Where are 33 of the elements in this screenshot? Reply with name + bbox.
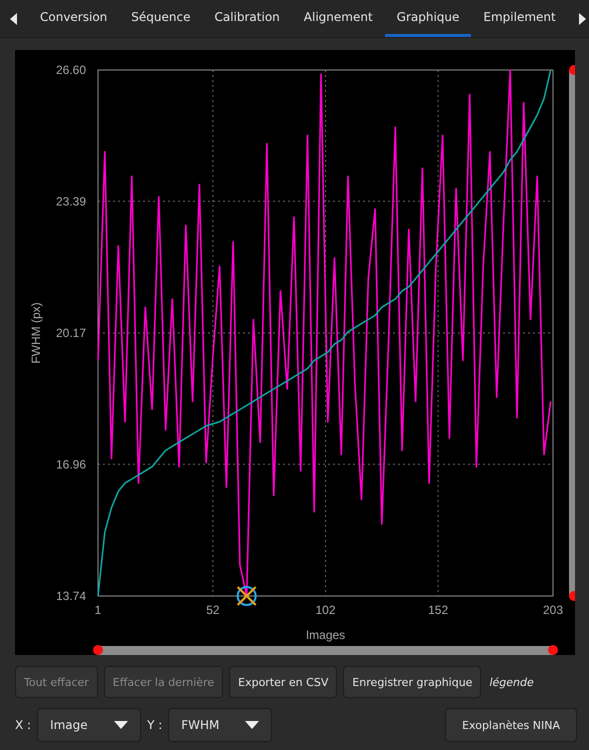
tab[interactable]: Alignement xyxy=(292,0,385,37)
vertical-range-slider[interactable] xyxy=(569,65,575,601)
axis-tick-label: 203 xyxy=(542,603,564,617)
axis-tick-label: 20.17 xyxy=(56,326,86,340)
legend-toggle[interactable]: légende xyxy=(489,676,534,688)
axis-tick-label: 13.74 xyxy=(56,589,86,603)
tab[interactable]: Empilement xyxy=(471,0,568,37)
axis-tick-label: 16.96 xyxy=(56,457,86,472)
scroll-right-icon[interactable] xyxy=(578,12,586,24)
dropdown-caret-icon xyxy=(114,721,128,729)
tab[interactable]: Graphique xyxy=(384,0,472,37)
action-button[interactable]: Enregistrer graphique xyxy=(343,666,482,698)
horizontal-range-slider[interactable] xyxy=(93,645,558,655)
x-axis-dropdown[interactable]: Image xyxy=(37,708,142,742)
axis-tick-label: 1 xyxy=(94,603,102,617)
axis-tick-label: 102 xyxy=(315,603,336,617)
axis-tick-label: 152 xyxy=(428,603,448,617)
axis-title: FWHM (px) xyxy=(29,302,43,364)
dropdown-caret-icon xyxy=(245,721,260,729)
tab[interactable]: Séquence xyxy=(119,0,202,37)
axis-tick-label: 52 xyxy=(206,603,220,617)
axis-title: Images xyxy=(306,628,346,642)
x-axis-label: X : xyxy=(15,718,32,732)
tab[interactable]: Calibration xyxy=(202,0,292,37)
axis-tick-label: 26.60 xyxy=(56,63,86,77)
y-axis-dropdown[interactable]: FWHM xyxy=(168,708,272,742)
tab[interactable]: Conversion xyxy=(28,0,120,37)
action-button[interactable]: Exporter en CSV xyxy=(229,666,338,698)
selected-point-marker xyxy=(236,586,257,606)
axis-tick-label: 23.39 xyxy=(56,194,86,208)
y-axis-label: Y : xyxy=(147,718,162,732)
scroll-left-icon[interactable] xyxy=(10,12,18,24)
exoplanets-button[interactable]: Exoplanètes NINA xyxy=(445,708,577,742)
